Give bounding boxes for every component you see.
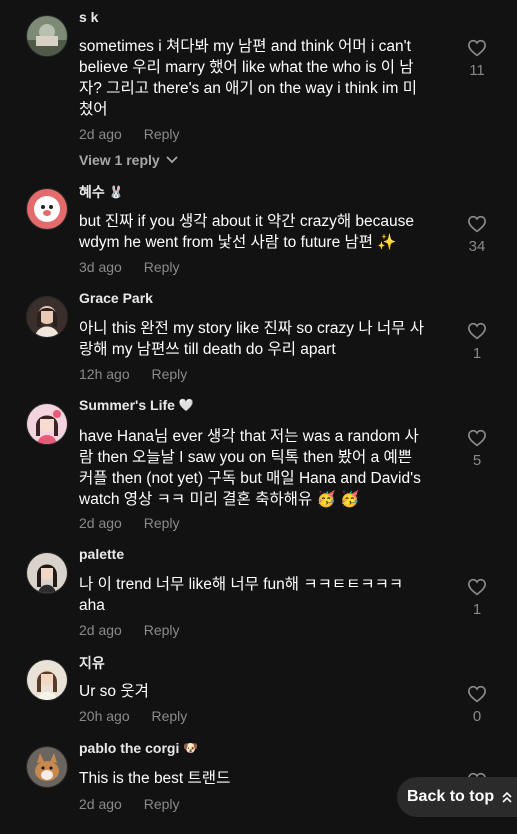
comment-meta: 2d ago Reply xyxy=(79,796,180,812)
like-count: 1 xyxy=(472,345,482,362)
like-count: 1 xyxy=(472,601,482,618)
comment-username[interactable]: 지유 xyxy=(79,653,105,673)
dog-emoji-icon: 🐶 xyxy=(183,741,199,755)
heart-outline-icon xyxy=(467,578,487,596)
rabbit-emoji-icon: 🐰 xyxy=(108,185,124,199)
like-count: 11 xyxy=(469,62,485,79)
comment-username[interactable]: 혜수 🐰 xyxy=(79,182,124,202)
avatar[interactable] xyxy=(26,188,68,230)
chevron-down-icon xyxy=(166,156,178,164)
reply-button[interactable]: Reply xyxy=(144,622,180,638)
back-to-top-button[interactable]: Back to top xyxy=(397,777,517,817)
comment-meta: 3d ago Reply xyxy=(79,259,180,275)
reply-button[interactable]: Reply xyxy=(144,126,180,142)
heart-outline-icon xyxy=(467,322,487,340)
comment-username[interactable]: s k xyxy=(79,9,98,25)
comment-text: This is the best 트랜드 xyxy=(79,770,231,787)
comment-time: 20h ago xyxy=(79,708,130,724)
heart-outline-icon xyxy=(467,39,487,57)
comment-meta: 12h ago Reply xyxy=(79,366,187,382)
comment-text: have Hana님 ever 생각 that 저는 was a random … xyxy=(79,428,421,508)
comment-text: 아니 this 완전 my story like 진짜 so crazy 나 너… xyxy=(79,320,425,358)
like-button[interactable]: 11 xyxy=(462,39,492,79)
like-button[interactable]: 0 xyxy=(462,685,492,725)
comment-username[interactable]: palette xyxy=(79,546,124,562)
comment-meta: 20h ago Reply xyxy=(79,708,187,724)
like-button[interactable]: 34 xyxy=(462,215,492,255)
heart-outline-icon xyxy=(467,215,487,233)
comment-time: 2d ago xyxy=(79,126,122,142)
reply-button[interactable]: Reply xyxy=(144,259,180,275)
heart-outline-icon xyxy=(467,429,487,447)
comment-meta: 2d ago Reply xyxy=(79,126,180,142)
avatar[interactable] xyxy=(26,15,68,57)
avatar[interactable] xyxy=(26,659,68,701)
avatar[interactable] xyxy=(26,296,68,338)
comment-time: 2d ago xyxy=(79,515,122,531)
comment-meta: 2d ago Reply xyxy=(79,622,180,638)
reply-button[interactable]: Reply xyxy=(152,708,188,724)
comment-time: 12h ago xyxy=(79,366,130,382)
comment-username[interactable]: Grace Park xyxy=(79,290,153,306)
heart-outline-icon xyxy=(467,685,487,703)
comment-time: 3d ago xyxy=(79,259,122,275)
avatar[interactable] xyxy=(26,746,68,788)
comment-time: 2d ago xyxy=(79,796,122,812)
like-button[interactable]: 1 xyxy=(462,322,492,362)
comment-text: sometimes i 쳐다봐 my 남편 and think 어머 i can… xyxy=(79,38,417,118)
like-count: 0 xyxy=(472,708,482,725)
comment-username[interactable]: Summer's Life 🤍 xyxy=(79,397,194,413)
comment-text: but 진짜 if you 생각 about it 약간 crazy해 beca… xyxy=(79,213,415,251)
heart-emoji-icon: 🤍 xyxy=(178,398,194,412)
like-count: 34 xyxy=(468,238,486,255)
avatar[interactable] xyxy=(26,552,68,594)
comment-username[interactable]: pablo the corgi 🐶 xyxy=(79,740,198,756)
reply-button[interactable]: Reply xyxy=(152,366,188,382)
comment-text: 나 이 trend 너무 like해 너무 fun해 ㅋㅋㅌㅌㅋㅋㅋ aha xyxy=(79,576,404,614)
reply-button[interactable]: Reply xyxy=(144,796,180,812)
comment-meta: 2d ago Reply xyxy=(79,515,180,531)
like-count: 5 xyxy=(472,452,482,469)
reply-button[interactable]: Reply xyxy=(144,515,180,531)
like-button[interactable]: 5 xyxy=(462,429,492,469)
view-replies-button[interactable]: View 1 reply xyxy=(79,152,178,168)
avatar[interactable] xyxy=(26,403,68,445)
comment-time: 2d ago xyxy=(79,622,122,638)
like-button[interactable]: 1 xyxy=(462,578,492,618)
double-chevron-up-icon xyxy=(502,791,512,803)
comment-text: Ur so 웃겨 xyxy=(79,683,149,700)
